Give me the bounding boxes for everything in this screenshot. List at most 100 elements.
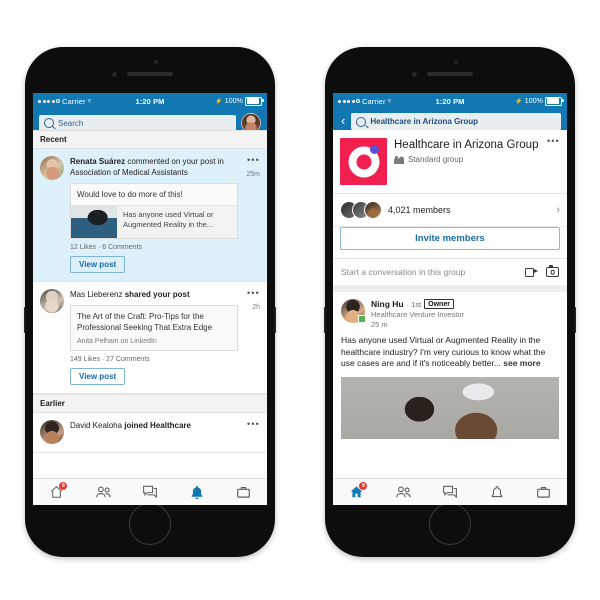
search-placeholder: Search bbox=[58, 118, 84, 128]
tab-home[interactable]: 9 bbox=[33, 479, 80, 505]
notification-timestamp: 25m bbox=[246, 171, 260, 178]
group-type-label: Standard group bbox=[408, 155, 464, 164]
quoted-comment-card[interactable]: Would love to do more of this! Has anyon… bbox=[70, 183, 238, 239]
group-page[interactable]: Healthcare in Arizona Group Standard gro… bbox=[333, 130, 567, 479]
left-tab-bar: 9 bbox=[33, 478, 267, 505]
conversation-composer[interactable]: Start a conversation in this group bbox=[333, 259, 567, 292]
front-camera-icon bbox=[112, 72, 117, 77]
tab-messaging[interactable] bbox=[127, 479, 174, 505]
tab-jobs[interactable] bbox=[520, 479, 567, 505]
carrier-label: Carrier bbox=[362, 96, 386, 106]
david-avatar[interactable] bbox=[40, 420, 64, 444]
notification-title: Renata Suárez commented on your post in … bbox=[70, 156, 238, 178]
search-input[interactable]: Search bbox=[39, 114, 236, 132]
briefcase-icon bbox=[237, 487, 250, 498]
side-button bbox=[24, 307, 26, 333]
tab-jobs[interactable] bbox=[220, 479, 267, 505]
logo-core bbox=[356, 154, 371, 169]
view-post-button[interactable]: View post bbox=[70, 368, 126, 385]
notification-body: Mas Lieberenz shared your post The Art o… bbox=[70, 289, 260, 385]
status-right: ⚡ 100% bbox=[165, 96, 264, 106]
phone-right: Carrier ▿ 1:20 PM ⚡ 100% ‹ Healthcare in… bbox=[324, 47, 576, 557]
invite-wrapper: Invite members bbox=[333, 227, 567, 259]
more-options-icon[interactable]: ••• bbox=[547, 137, 560, 146]
group-header: Healthcare in Arizona Group Standard gro… bbox=[333, 130, 567, 194]
bell-icon bbox=[191, 485, 203, 499]
view-post-button[interactable]: View post bbox=[70, 256, 126, 273]
section-header-earlier: Earlier bbox=[33, 394, 267, 413]
video-icon[interactable] bbox=[525, 267, 538, 277]
logo-dot bbox=[370, 145, 379, 154]
chat-icon bbox=[143, 485, 157, 499]
notification-title: Mas Lieberenz shared your post bbox=[70, 289, 238, 300]
vr-post-thumbnail bbox=[71, 206, 117, 238]
group-logo[interactable] bbox=[340, 138, 387, 185]
more-options-icon[interactable]: ••• bbox=[247, 289, 260, 298]
notification-item[interactable]: David Kealoha joined Healthcare ••• bbox=[33, 413, 267, 453]
chevron-right-icon[interactable]: › bbox=[556, 204, 560, 216]
invite-members-button[interactable]: Invite members bbox=[340, 227, 560, 250]
member-avatar-stack bbox=[340, 201, 382, 219]
battery-percent-label: 100% bbox=[524, 97, 544, 105]
status-right: ⚡ 100% bbox=[465, 96, 564, 106]
section-header-recent: Recent bbox=[33, 130, 267, 149]
notification-timestamp: 2h bbox=[252, 304, 260, 311]
quoted-post-preview[interactable]: Has anyone used Virtual or Augmented Rea… bbox=[71, 205, 237, 238]
home-button[interactable] bbox=[429, 503, 471, 545]
clock-label: 1:20 PM bbox=[435, 96, 465, 106]
notification-action: shared your post bbox=[122, 290, 190, 299]
carrier-label: Carrier bbox=[62, 96, 86, 106]
see-more-link[interactable]: see more bbox=[501, 358, 540, 368]
group-info: Healthcare in Arizona Group Standard gro… bbox=[394, 138, 560, 185]
tab-notifications[interactable] bbox=[473, 479, 520, 505]
group-post: Ning Hu · 1st Owner Healthcare Venture I… bbox=[333, 292, 567, 439]
tab-network[interactable] bbox=[80, 479, 127, 505]
post-author-name[interactable]: Ning Hu bbox=[371, 299, 404, 309]
tab-home[interactable]: 9 bbox=[333, 479, 380, 505]
tab-network[interactable] bbox=[380, 479, 427, 505]
tab-messaging[interactable] bbox=[427, 479, 474, 505]
members-count-label: 4,021 members bbox=[388, 205, 451, 215]
search-input[interactable]: Healthcare in Arizona Group bbox=[351, 113, 561, 130]
notifications-feed[interactable]: Recent Renata Suárez commented on your p… bbox=[33, 130, 267, 479]
notification-item[interactable]: Mas Lieberenz shared your post The Art o… bbox=[33, 282, 267, 394]
post-author-line: Ning Hu · 1st Owner bbox=[371, 299, 559, 309]
notification-action: joined Healthcare bbox=[122, 421, 191, 430]
camera-icon[interactable] bbox=[546, 265, 559, 277]
side-button bbox=[324, 307, 326, 333]
more-options-icon[interactable]: ••• bbox=[247, 156, 260, 165]
people-icon bbox=[394, 155, 404, 164]
right-tab-bar: 9 bbox=[333, 478, 567, 505]
more-options-icon[interactable]: ••• bbox=[247, 420, 260, 429]
wifi-icon: ▿ bbox=[87, 97, 92, 105]
mas-avatar[interactable] bbox=[40, 289, 64, 313]
status-bar: Carrier ▿ 1:20 PM ⚡ 100% bbox=[333, 93, 567, 109]
battery-icon bbox=[545, 96, 564, 106]
search-icon bbox=[356, 116, 367, 127]
back-chevron-icon[interactable]: ‹ bbox=[339, 114, 346, 129]
tab-notifications[interactable] bbox=[173, 479, 220, 505]
article-title: The Art of the Craft: Pro-Tips for the P… bbox=[77, 312, 213, 332]
notification-actor: David Kealoha bbox=[70, 421, 123, 430]
post-author-degree: · 1st bbox=[406, 299, 422, 309]
quoted-article-card[interactable]: The Art of the Craft: Pro-Tips for the P… bbox=[70, 305, 238, 351]
status-left: Carrier ▿ bbox=[38, 97, 135, 106]
notification-item[interactable]: Renata Suárez commented on your post in … bbox=[33, 149, 267, 282]
notification-actor: Mas Lieberenz bbox=[70, 290, 123, 299]
home-button[interactable] bbox=[129, 503, 171, 545]
members-row[interactable]: 4,021 members › bbox=[333, 194, 567, 227]
renata-avatar[interactable] bbox=[40, 156, 64, 180]
earpiece-speaker bbox=[427, 72, 473, 76]
vr-headset-photo[interactable] bbox=[341, 376, 559, 439]
notification-stats: 149 Likes · 27 Comments bbox=[70, 356, 150, 363]
side-button bbox=[274, 307, 276, 333]
ning-hu-avatar[interactable] bbox=[341, 299, 366, 323]
post-author-headline: Healthcare Venture Investor bbox=[371, 310, 464, 319]
battery-percent-label: 100% bbox=[224, 97, 244, 105]
battery-icon bbox=[245, 96, 264, 106]
post-author-block: Ning Hu · 1st Owner Healthcare Venture I… bbox=[371, 299, 559, 329]
bell-icon bbox=[491, 485, 503, 497]
status-bar: Carrier ▿ 1:20 PM ⚡ 100% bbox=[33, 93, 267, 109]
home-badge: 9 bbox=[359, 482, 368, 490]
briefcase-icon bbox=[537, 487, 550, 498]
